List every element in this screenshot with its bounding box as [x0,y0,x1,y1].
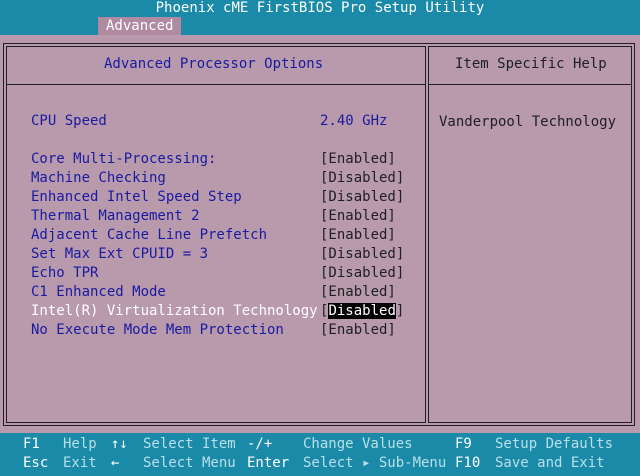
selected-value-highlight[interactable]: Disabled [328,303,396,319]
footer-save-and-exit: Save and Exit [495,455,605,471]
footer-minus-plus: -/+ [247,436,273,452]
footer-leftright-arrow-icon: ← [111,455,120,471]
footer-exit: Exit [63,455,97,471]
footer-f10: F10 [455,455,481,471]
value-bracket-close: ] [395,303,405,319]
footer-select-submenu: Select ▸ Sub-Menu [303,455,447,471]
help-frame [428,46,632,423]
option-machine-checking[interactable]: Machine Checking [31,170,166,186]
footer-updown-arrow-icon: ↑↓ [111,436,128,452]
option-value-enhanced-speed-step[interactable]: [Disabled] [320,189,404,205]
window-title: Phoenix cME FirstBIOS Pro Setup Utility [0,0,640,17]
footer-setup-defaults: Setup Defaults [495,436,614,452]
option-c1-enhanced-mode[interactable]: C1 Enhanced Mode [31,284,166,300]
option-value-core-multi-processing[interactable]: [Enabled] [320,151,396,167]
option-value-machine-checking[interactable]: [Disabled] [320,170,404,186]
footer-f1: F1 [23,436,40,452]
options-header-divider [6,84,426,85]
option-value-thermal-management-2[interactable]: [Enabled] [320,208,396,224]
option-set-max-ext-cpuid[interactable]: Set Max Ext CPUID = 3 [31,246,208,262]
option-virtualization-technology[interactable]: Intel(R) Virtualization Technology [31,303,318,319]
footer-esc: Esc [23,455,49,471]
option-value-set-max-ext-cpuid[interactable]: [Disabled] [320,246,404,262]
footer-f9: F9 [455,436,472,452]
option-thermal-management-2[interactable]: Thermal Management 2 [31,208,200,224]
option-value-adjacent-cache-prefetch[interactable]: [Enabled] [320,227,396,243]
footer-select-item: Select Item [143,436,236,452]
option-adjacent-cache-prefetch[interactable]: Adjacent Cache Line Prefetch [31,227,267,243]
page-title: Advanced Processor Options [104,56,324,72]
tab-advanced[interactable]: Advanced [98,17,182,35]
footer-change-values: Change Values [303,436,413,452]
cpu-speed-value: 2.40 GHz [320,113,388,129]
option-no-execute-mem-protection[interactable]: No Execute Mode Mem Protection [31,322,284,338]
key-help-footer: F1 Help ↑↓ Select Item -/+ Change Values… [0,433,640,476]
cpu-speed-label: CPU Speed [31,113,107,129]
option-core-multi-processing[interactable]: Core Multi-Processing: [31,151,216,167]
help-header-divider [428,84,632,85]
option-value-echo-tpr[interactable]: [Disabled] [320,265,404,281]
menu-bar: Advanced [0,17,640,35]
help-title: Item Specific Help [455,56,607,72]
option-echo-tpr[interactable]: Echo TPR [31,265,98,281]
help-text: Vanderpool Technology [439,114,617,130]
footer-select-menu: Select Menu [143,455,236,471]
option-value-c1-enhanced-mode[interactable]: [Enabled] [320,284,396,300]
option-enhanced-speed-step[interactable]: Enhanced Intel Speed Step [31,189,242,205]
footer-enter: Enter [247,455,290,471]
footer-help: Help [63,436,97,452]
option-value-no-execute-mem-protection[interactable]: [Enabled] [320,322,396,338]
option-value-virtualization-technology[interactable]: [Disabled] [320,303,404,319]
